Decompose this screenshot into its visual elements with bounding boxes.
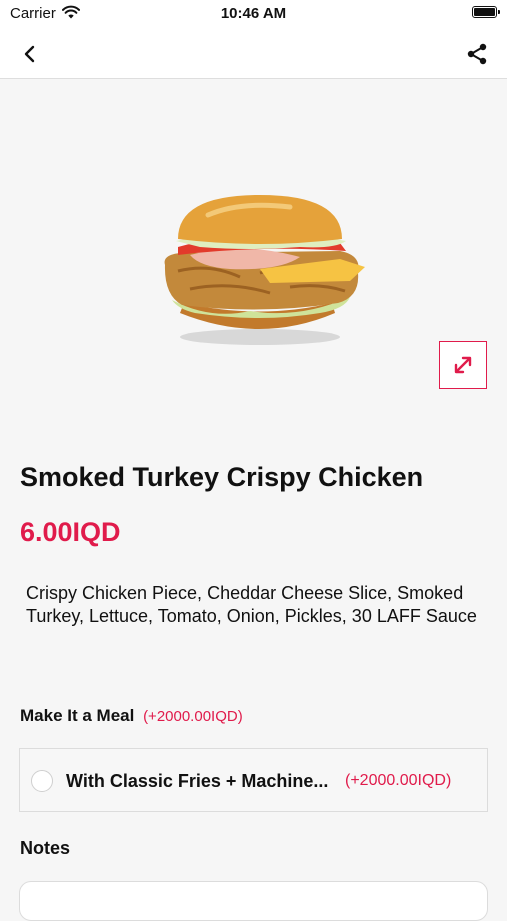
- share-button[interactable]: [461, 38, 493, 70]
- meal-section-header: Make It a Meal (+2000.00IQD): [20, 706, 243, 726]
- expand-arrows-icon: [454, 356, 472, 374]
- nav-bar: [0, 28, 507, 79]
- meal-section-title: Make It a Meal: [20, 706, 135, 725]
- meal-option-price: (+2000.00IQD): [345, 772, 452, 789]
- expand-image-button[interactable]: [439, 341, 487, 389]
- clock: 10:46 AM: [220, 5, 287, 22]
- notes-input[interactable]: [19, 881, 488, 921]
- status-bar: Carrier 10:46 AM: [0, 0, 507, 28]
- product-title: Smoked Turkey Crispy Chicken: [20, 462, 424, 492]
- meal-section-extra-price: (+2000.00IQD): [143, 708, 243, 725]
- back-button[interactable]: [14, 38, 46, 70]
- notes-title: Notes: [20, 838, 71, 858]
- product-description: Crispy Chicken Piece, Cheddar Cheese Sli…: [26, 583, 477, 626]
- meal-option-label: With Classic Fries + Machine...: [66, 771, 329, 791]
- meal-option[interactable]: With Classic Fries + Machine... (+2000.0…: [19, 748, 488, 812]
- chevron-left-icon: [24, 45, 35, 63]
- product-price: 6.00IQD: [20, 517, 121, 547]
- battery-icon: [472, 6, 500, 18]
- share-icon: [467, 43, 487, 65]
- product-image: [150, 185, 370, 355]
- meal-option-radio[interactable]: [31, 770, 53, 792]
